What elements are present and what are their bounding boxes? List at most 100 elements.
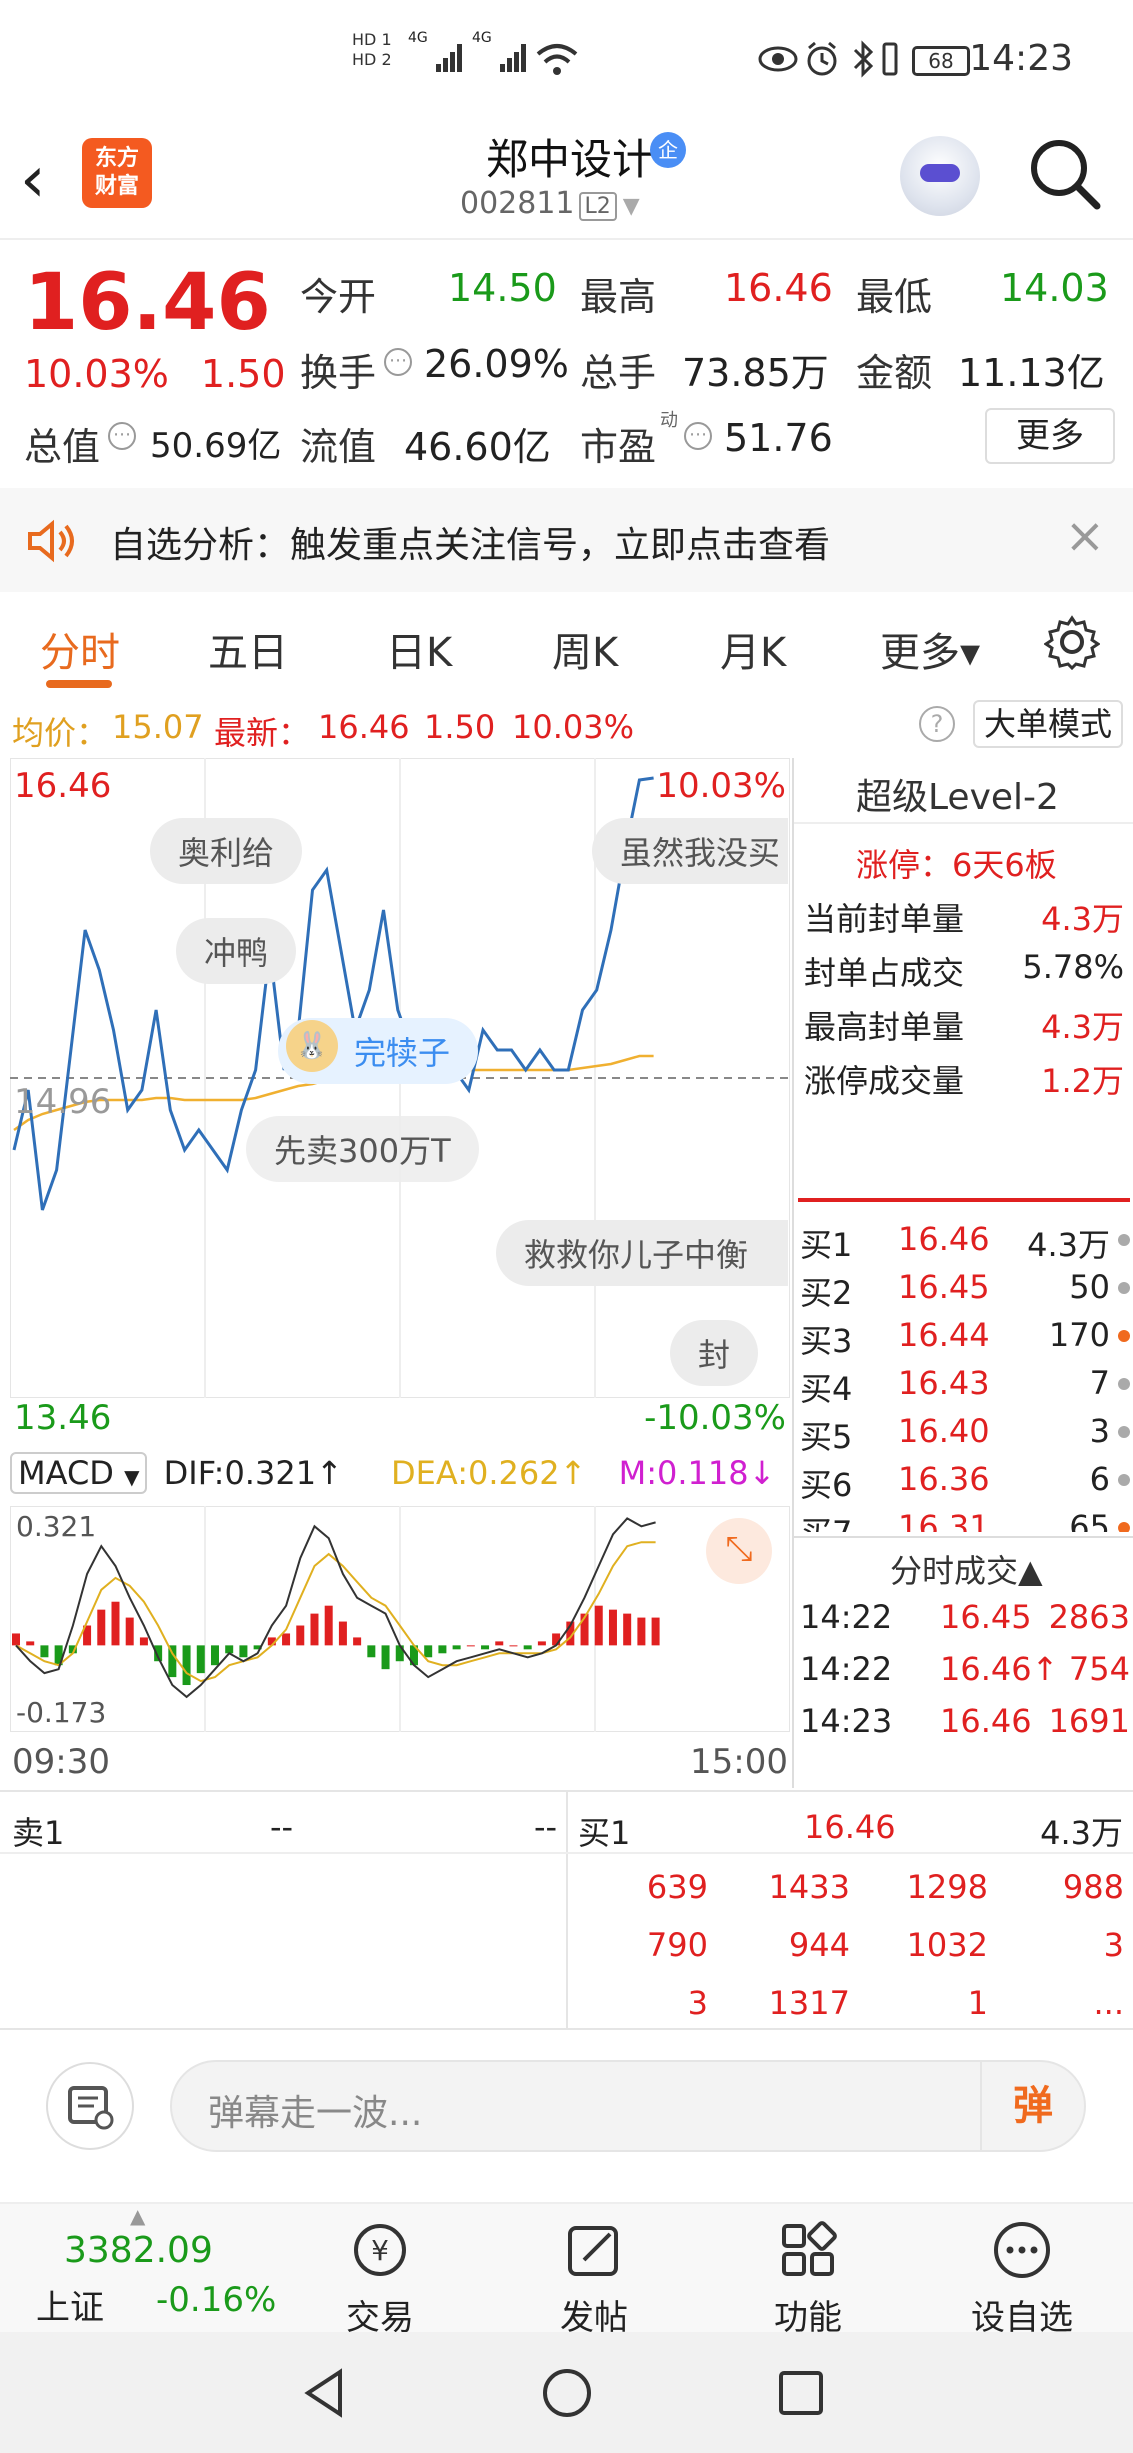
divider: [794, 822, 1133, 824]
level2-title[interactable]: 超级Level-2: [856, 768, 1059, 820]
book-row[interactable]: 买6 16.36 6: [800, 1460, 1130, 1506]
signal-icon-1: 4G: [408, 30, 468, 80]
macd-bar: [239, 1645, 248, 1658]
help-icon[interactable]: ?: [919, 706, 955, 742]
book-row[interactable]: 买7 16.31 65: [800, 1508, 1130, 1532]
last-value: 16.46: [318, 708, 410, 746]
tab-weekly-k[interactable]: 周K: [552, 620, 618, 678]
assistant-robot-icon[interactable]: [900, 136, 980, 216]
wifi-icon: [536, 44, 578, 75]
search-icon[interactable]: [1025, 134, 1105, 214]
macd-bar: [481, 1645, 490, 1650]
index-value[interactable]: 3382.09: [64, 2230, 213, 2271]
macd-bar: [324, 1605, 333, 1646]
book-row[interactable]: 买3 16.44 170: [800, 1316, 1130, 1362]
macd-bar: [282, 1633, 291, 1646]
sell1-qty: --: [534, 1808, 558, 1846]
tab-intraday[interactable]: 分时: [40, 620, 120, 678]
expand-icon[interactable]: ⤡: [706, 1518, 772, 1584]
max-seal-row: 最高封单量 4.3万: [804, 1008, 1124, 1046]
book-row[interactable]: 买2 16.45 50: [800, 1268, 1130, 1314]
macd-bar: [424, 1645, 433, 1658]
analysis-banner[interactable]: 自选分析：触发重点关注信号，立即点击查看 ×: [0, 488, 1133, 592]
tick-qty: 1691: [1048, 1702, 1130, 1740]
macd-bar: [381, 1645, 390, 1670]
tick-qty: 754: [1068, 1650, 1130, 1688]
info-icon[interactable]: ⋯: [684, 422, 712, 450]
y-axis-mid-label: 14.96: [14, 1082, 112, 1122]
tab-monthly-k[interactable]: 月K: [720, 620, 786, 678]
macd-bar: [168, 1645, 177, 1678]
index-pct[interactable]: -0.16%: [156, 2280, 276, 2320]
info-icon[interactable]: ⋯: [384, 348, 412, 376]
tab-daily-k[interactable]: 日K: [386, 620, 452, 678]
pct-axis-bottom-label: -10.03%: [644, 1398, 786, 1438]
macd-selector[interactable]: MACD ▼: [10, 1452, 148, 1494]
book-label: 买4: [800, 1370, 853, 1408]
dea-label: DEA:0.262↑: [391, 1454, 587, 1492]
order-book[interactable]: 买1 16.46 4.3万 买2 16.45 50 买3 16.44 170 买4 16.43 7 买5…: [794, 1220, 1133, 1532]
book-qty: 6: [1089, 1460, 1110, 1498]
seal-ratio-row: 封单占成交 5.78%: [804, 948, 1124, 992]
tab-five-day[interactable]: 五日: [208, 620, 288, 678]
nav-add-watchlist[interactable]: 设自选: [952, 2220, 1092, 2339]
ticks-title[interactable]: 分时成交▲: [890, 1546, 1043, 1592]
macd-bar: [310, 1613, 319, 1646]
status-bar: HD 1 HD 2 4G 4G 68 14:23: [0, 0, 1133, 120]
macd-bar: [438, 1645, 447, 1654]
queue-cell: 988: [1062, 1868, 1124, 1906]
buy1-label: 买1: [578, 1814, 631, 1852]
queue-cell: 1433: [768, 1868, 850, 1906]
gear-icon[interactable]: [1044, 614, 1100, 670]
more-quote-button[interactable]: 更多: [985, 408, 1115, 464]
macd-bar: [139, 1637, 148, 1646]
home-circle-icon[interactable]: [540, 2366, 594, 2420]
macd-bar: [594, 1605, 603, 1646]
amount-label: 金额: [856, 351, 933, 395]
sell1-price: --: [270, 1808, 294, 1846]
macd-min-label: -0.173: [16, 1696, 107, 1729]
book-dot-icon: [1118, 1474, 1130, 1486]
queue-cell: 790: [646, 1926, 708, 1964]
change-value: 1.50: [424, 708, 496, 746]
big-order-mode-button[interactable]: 大单模式: [973, 700, 1123, 748]
macd-bar: [367, 1645, 376, 1658]
level2-badge: L2: [578, 192, 617, 221]
danmaku-send-button[interactable]: 弹: [980, 2062, 1084, 2150]
y-axis-top-label: 16.46: [14, 766, 112, 806]
danmaku-settings-button[interactable]: [46, 2062, 134, 2150]
buy1-qty: 4.3万: [1040, 1814, 1123, 1852]
close-icon[interactable]: ×: [1065, 508, 1105, 564]
book-dot-icon: [1118, 1234, 1130, 1246]
app-logo[interactable]: 东方 财富: [82, 138, 152, 208]
macd-chart[interactable]: 0.321 -0.173 ⤡: [10, 1506, 790, 1732]
info-icon[interactable]: ⋯: [108, 422, 136, 450]
high-value: 16.46: [724, 266, 833, 310]
y-axis-bottom-label: 13.46: [14, 1398, 112, 1438]
nav-trade[interactable]: ¥ 交易: [310, 2220, 450, 2339]
book-row[interactable]: 买5 16.40 3: [800, 1412, 1130, 1458]
nav-functions[interactable]: 功能: [738, 2220, 878, 2339]
tab-more[interactable]: 更多▾: [880, 620, 980, 678]
back-triangle-icon[interactable]: [300, 2366, 350, 2420]
recents-square-icon[interactable]: [776, 2368, 826, 2418]
danmaku-placeholder: 弹幕走一波...: [208, 2093, 423, 2134]
trade-icon: ¥: [354, 2224, 406, 2276]
time-axis: 09:30 15:00: [12, 1742, 788, 1782]
macd-header: MACD ▼ DIF:0.321↑ DEA:0.262↑ M:0.118↓: [10, 1452, 790, 1502]
book-price: 16.44: [898, 1316, 990, 1354]
rabbit-avatar-icon: 🐰: [286, 1020, 338, 1072]
queue-cell: 1: [967, 1984, 988, 2022]
book-row[interactable]: 买4 16.43 7: [800, 1364, 1130, 1410]
macd-bar: [537, 1641, 546, 1646]
seal-row: 当前封单量 4.3万: [804, 900, 1124, 938]
m-label: M:0.118↓: [618, 1454, 776, 1492]
danmaku-input[interactable]: 弹幕走一波... 弹: [170, 2060, 1086, 2152]
queue-cell: 1032: [906, 1926, 988, 1964]
nav-post[interactable]: 发帖: [524, 2220, 664, 2339]
back-button[interactable]: ‹: [20, 140, 80, 220]
book-row[interactable]: 买1 16.46 4.3万: [800, 1220, 1130, 1266]
stock-code[interactable]: 002811 L2 ▼: [460, 186, 640, 221]
tick-time: 14:22: [800, 1650, 893, 1688]
index-name[interactable]: 上证: [36, 2280, 104, 2329]
